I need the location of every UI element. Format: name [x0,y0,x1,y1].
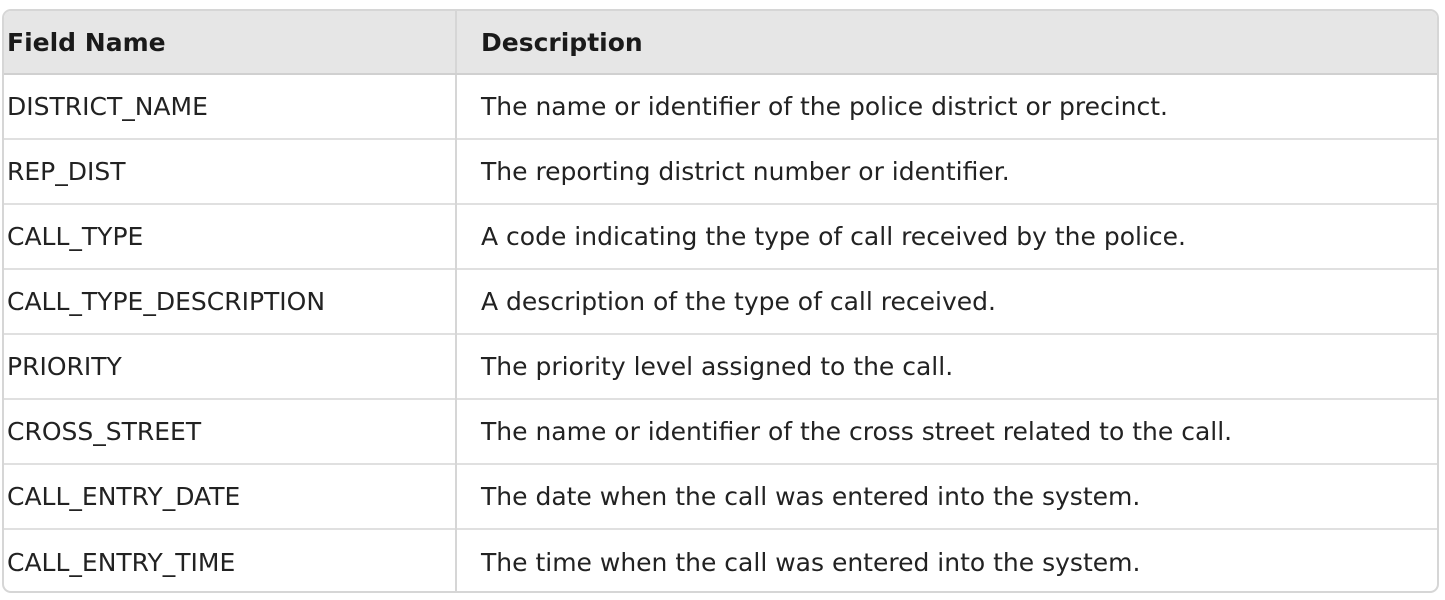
table-header-row: Field Name Description [4,11,1437,75]
field-name-cell: REP_DIST [4,138,457,204]
column-header-field-name: Field Name [4,11,457,75]
table-row: PRIORITY The priority level assigned to … [4,333,1437,399]
description-cell: The name or identifier of the cross stre… [456,398,1437,464]
field-name-cell: CALL_TYPE_DESCRIPTION [4,268,457,334]
description-cell: A description of the type of call receiv… [456,268,1437,334]
table-row: CALL_ENTRY_DATE The date when the call w… [4,463,1437,529]
description-cell: The reporting district number or identif… [456,138,1437,204]
field-name-cell: CALL_TYPE [4,203,457,269]
description-cell: The date when the call was entered into … [456,463,1437,529]
field-name-cell: CALL_ENTRY_TIME [4,528,457,591]
field-name-cell: DISTRICT_NAME [4,74,457,139]
table-row: CALL_TYPE A code indicating the type of … [4,203,1437,269]
description-cell: The time when the call was entered into … [456,528,1437,591]
field-description-table: Field Name Description DISTRICT_NAME The… [4,11,1437,591]
field-name-cell: CROSS_STREET [4,398,457,464]
table-row: CALL_TYPE_DESCRIPTION A description of t… [4,268,1437,334]
table-row: CROSS_STREET The name or identifier of t… [4,398,1437,464]
description-cell: A code indicating the type of call recei… [456,203,1437,269]
column-header-description: Description [456,11,1437,75]
table-row: DISTRICT_NAME The name or identifier of … [4,74,1437,139]
field-table-container: Field Name Description DISTRICT_NAME The… [2,9,1439,593]
field-name-cell: CALL_ENTRY_DATE [4,463,457,529]
description-cell: The priority level assigned to the call. [456,333,1437,399]
description-cell: The name or identifier of the police dis… [481,92,1168,121]
table-row: CALL_ENTRY_TIME The time when the call w… [4,528,1437,591]
table-row: REP_DIST The reporting district number o… [4,138,1437,204]
field-name-cell: PRIORITY [4,333,457,399]
